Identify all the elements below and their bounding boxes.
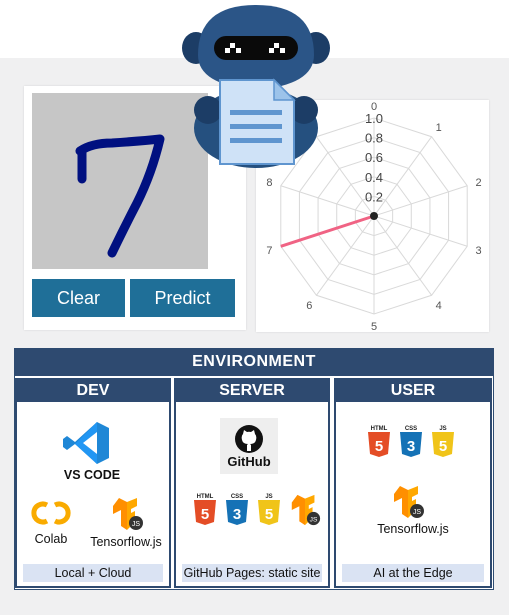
dev-title: DEV [17, 380, 169, 402]
radar-prediction-line [280, 214, 375, 248]
vscode-label: VS CODE [63, 468, 121, 482]
svg-text:JS: JS [310, 516, 318, 523]
radar-class-label: 4 [436, 300, 442, 312]
svg-text:5: 5 [265, 506, 273, 523]
javascript-icon: JS 5 [430, 424, 456, 458]
tensorflow-icon: JS [390, 484, 426, 520]
environment-title: ENVIRONMENT [14, 348, 494, 376]
server-footer: GitHub Pages: static site [182, 564, 322, 582]
svg-text:CSS: CSS [405, 426, 417, 432]
server-title: SERVER [176, 380, 328, 402]
svg-text:HTML: HTML [197, 494, 214, 500]
tfjs-label: Tensorflow.js [90, 535, 162, 549]
github-label: GitHub [227, 453, 271, 469]
svg-text:3: 3 [407, 438, 415, 455]
css3-icon: CSS 3 [224, 492, 250, 526]
radar-spoke [280, 185, 375, 217]
javascript-icon: JS 5 [256, 492, 282, 526]
radar-spoke [373, 185, 468, 217]
radar-class-label: 8 [266, 177, 272, 189]
predict-button[interactable]: Predict [130, 279, 235, 317]
colab-label: Colab [34, 532, 68, 546]
svg-text:JS: JS [439, 426, 446, 432]
html5-icon: HTML 5 [192, 492, 218, 526]
svg-text:JS: JS [413, 509, 422, 516]
radar-class-label: 1 [436, 122, 442, 134]
svg-text:3: 3 [233, 506, 241, 523]
radar-scale-label: 0.6 [365, 150, 383, 165]
svg-text:JS: JS [265, 494, 272, 500]
server-column: SERVER GitHub HTML 5 CSS 3 JS 5 JS GitHub P… [174, 378, 330, 588]
radar-class-label: 5 [371, 321, 377, 332]
tensorflow-icon: JS [109, 496, 145, 532]
tfjs-label: Tensorflow.js [377, 522, 449, 536]
svg-text:5: 5 [375, 438, 383, 455]
dev-footer: Local + Cloud [23, 564, 163, 582]
svg-text:JS: JS [132, 521, 141, 528]
radar-scale-label: 0.8 [365, 131, 383, 146]
svg-text:HTML: HTML [371, 426, 388, 432]
radar-scale-label: 0.2 [365, 189, 383, 204]
radar-center-point [370, 212, 378, 220]
radar-spoke [373, 215, 433, 296]
radar-scale-label: 0.4 [365, 170, 383, 185]
colab-icon [31, 500, 71, 526]
clear-button[interactable]: Clear [32, 279, 125, 317]
radar-class-label: 6 [306, 300, 312, 312]
user-column: USER HTML 5 CSS 3 JS 5 JS Tensorflow.js AI … [334, 378, 492, 588]
svg-text:CSS: CSS [231, 494, 243, 500]
svg-text:5: 5 [201, 506, 209, 523]
tensorflow-icon: JS [288, 492, 322, 528]
document-icon [218, 78, 296, 166]
radar-spoke [315, 215, 375, 296]
user-footer: AI at the Edge [342, 564, 484, 582]
radar-scale-label: 1.0 [365, 111, 383, 126]
radar-class-label: 7 [266, 245, 272, 257]
svg-text:5: 5 [439, 438, 447, 455]
radar-spoke [373, 215, 468, 247]
radar-class-label: 2 [476, 177, 482, 189]
user-title: USER [336, 380, 490, 402]
vscode-icon [63, 420, 111, 466]
html5-icon: HTML 5 [366, 424, 392, 458]
css3-icon: CSS 3 [398, 424, 424, 458]
dev-column: DEV VS CODE Colab JS Tensorflow.js Local… [15, 378, 171, 588]
github-icon: GitHub [220, 418, 278, 474]
radar-class-label: 3 [476, 245, 482, 257]
